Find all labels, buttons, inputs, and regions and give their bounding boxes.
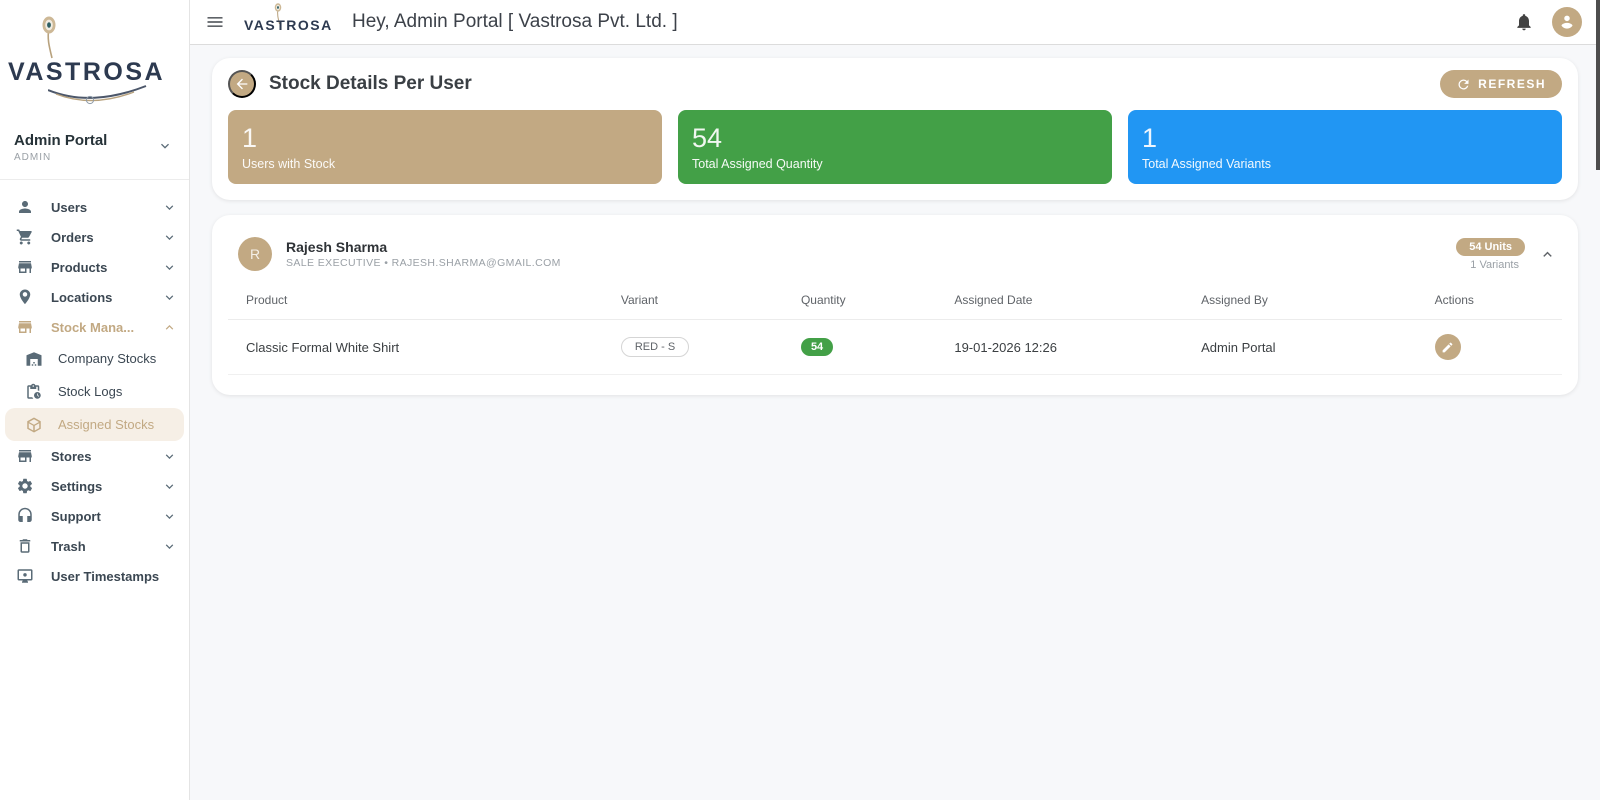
account-avatar-icon[interactable]	[1552, 7, 1582, 37]
headset-icon	[15, 506, 35, 526]
main-area: VASTROSA Hey, Admin Portal [ Vastrosa Pv…	[190, 0, 1600, 800]
storefront-icon	[15, 317, 35, 337]
chevron-down-icon	[162, 539, 177, 554]
cell-product: Classic Formal White Shirt	[228, 319, 615, 375]
cell-assigned-by: Admin Portal	[1195, 319, 1429, 375]
stat-label: Total Assigned Quantity	[692, 156, 823, 171]
topbar-brand-logo: VASTROSA	[242, 3, 338, 39]
sidebar-item-users[interactable]: Users	[0, 192, 189, 222]
warehouse-icon	[24, 349, 44, 369]
sidebar-item-stores[interactable]: Stores	[0, 441, 189, 471]
profile-name: Admin Portal	[14, 132, 108, 149]
sidebar-item-company-stocks[interactable]: Company Stocks	[0, 342, 189, 375]
sidebar-profile[interactable]: Admin Portal ADMIN	[0, 118, 189, 173]
person-icon	[15, 197, 35, 217]
sidebar-item-assigned-stocks[interactable]: Assigned Stocks	[5, 408, 184, 441]
chevron-down-icon	[162, 449, 177, 464]
storefront-icon	[15, 446, 35, 466]
menu-icon[interactable]	[202, 9, 228, 35]
trash-icon	[15, 536, 35, 556]
sidebar-item-settings[interactable]: Settings	[0, 471, 189, 501]
variant-chip: RED - S	[620, 337, 690, 357]
stock-details-panel: Stock Details Per User REFRESH 1 Users w…	[212, 58, 1578, 200]
stat-label: Total Assigned Variants	[1142, 156, 1272, 171]
brand-logo-text: VASTROSA	[8, 58, 166, 86]
table-row: Classic Formal White Shirt RED - S 54 19…	[228, 319, 1562, 375]
user-stock-panel: R Rajesh Sharma SALE EXECUTIVE • RAJESH.…	[212, 215, 1578, 395]
col-assigned-by: Assigned By	[1195, 283, 1429, 320]
profile-role: ADMIN	[14, 152, 52, 163]
location-pin-icon	[15, 287, 35, 307]
refresh-button[interactable]: REFRESH	[1440, 70, 1562, 98]
stat-value: 1	[1142, 123, 1158, 154]
sidebar-item-support[interactable]: Support	[0, 501, 189, 531]
col-assigned-date: Assigned Date	[948, 283, 1196, 320]
sidebar: VASTROSA Admin Portal ADMIN Users Orders	[0, 0, 190, 800]
gear-icon	[15, 476, 35, 496]
chevron-down-icon	[162, 290, 177, 305]
sidebar-item-orders[interactable]: Orders	[0, 222, 189, 252]
logo-swirl	[48, 85, 147, 105]
variants-count: 1 Variants	[1470, 258, 1519, 271]
stats-row: 1 Users with Stock 54 Total Assigned Qua…	[228, 110, 1562, 184]
stat-card-total-assigned-quantity: 54 Total Assigned Quantity	[678, 110, 1112, 184]
col-actions: Actions	[1428, 283, 1562, 320]
bell-icon[interactable]	[1514, 12, 1534, 32]
pencil-icon	[1442, 342, 1453, 352]
col-product: Product	[228, 283, 615, 320]
col-variant: Variant	[614, 283, 795, 320]
arrow-left-icon	[236, 78, 248, 90]
sidebar-item-locations[interactable]: Locations	[0, 282, 189, 312]
brand-logo-text: VASTROSA	[244, 17, 333, 33]
page-greeting: Hey, Admin Portal [ Vastrosa Pvt. Ltd. ]	[352, 11, 678, 32]
stat-card-total-assigned-variants: 1 Total Assigned Variants	[1128, 110, 1562, 184]
package-box-icon	[24, 415, 44, 435]
chevron-down-icon	[162, 260, 177, 275]
cell-assigned-date: 19-01-2026 12:26	[948, 319, 1196, 375]
user-subtitle: SALE EXECUTIVE • RAJESH.SHARMA@GMAIL.COM	[286, 257, 561, 269]
content: Stock Details Per User REFRESH 1 Users w…	[190, 45, 1600, 800]
cart-icon	[15, 227, 35, 247]
scrollbar[interactable]	[1596, 0, 1600, 170]
table-header-row: Product Variant Quantity Assigned Date A…	[228, 283, 1562, 320]
quantity-badge: 54	[800, 338, 834, 356]
units-badge: 54 Units	[1456, 237, 1525, 256]
chevron-up-icon[interactable]	[1539, 246, 1556, 263]
assigned-stock-table: Product Variant Quantity Assigned Date A…	[228, 283, 1562, 375]
sidebar-nav: Users Orders Products Locations Stock Ma…	[0, 188, 189, 800]
back-button[interactable]	[228, 70, 256, 98]
sidebar-item-products[interactable]: Products	[0, 252, 189, 282]
page-title: Stock Details Per User	[269, 73, 472, 94]
sidebar-item-trash[interactable]: Trash	[0, 531, 189, 561]
chevron-down-icon	[162, 479, 177, 494]
chevron-down-icon	[162, 200, 177, 215]
storefront-icon	[15, 257, 35, 277]
peacock-feather-icon	[42, 16, 56, 59]
refresh-label: REFRESH	[1478, 77, 1546, 91]
user-row-header[interactable]: R Rajesh Sharma SALE EXECUTIVE • RAJESH.…	[228, 229, 1562, 283]
chevron-down-icon	[162, 509, 177, 524]
sidebar-divider	[0, 179, 189, 180]
avatar: R	[238, 237, 272, 271]
stat-value: 1	[242, 123, 258, 154]
stat-label: Users with Stock	[242, 156, 336, 171]
refresh-icon	[1458, 78, 1469, 89]
stat-value: 54	[692, 123, 723, 154]
brand-logo: VASTROSA	[0, 0, 189, 118]
chevron-up-icon	[162, 320, 177, 335]
monitor-icon	[15, 566, 35, 586]
clipboard-clock-icon	[24, 382, 44, 402]
sidebar-item-stock-management[interactable]: Stock Mana...	[0, 312, 189, 342]
chevron-down-icon	[162, 230, 177, 245]
chevron-down-icon	[157, 138, 173, 159]
stat-card-users-with-stock: 1 Users with Stock	[228, 110, 662, 184]
topbar: VASTROSA Hey, Admin Portal [ Vastrosa Pv…	[190, 0, 1600, 45]
user-name: Rajesh Sharma	[286, 239, 388, 255]
sidebar-item-stock-logs[interactable]: Stock Logs	[0, 375, 189, 408]
sidebar-item-user-timestamps[interactable]: User Timestamps	[0, 561, 189, 591]
col-quantity: Quantity	[794, 283, 949, 320]
edit-button[interactable]	[1434, 334, 1461, 360]
